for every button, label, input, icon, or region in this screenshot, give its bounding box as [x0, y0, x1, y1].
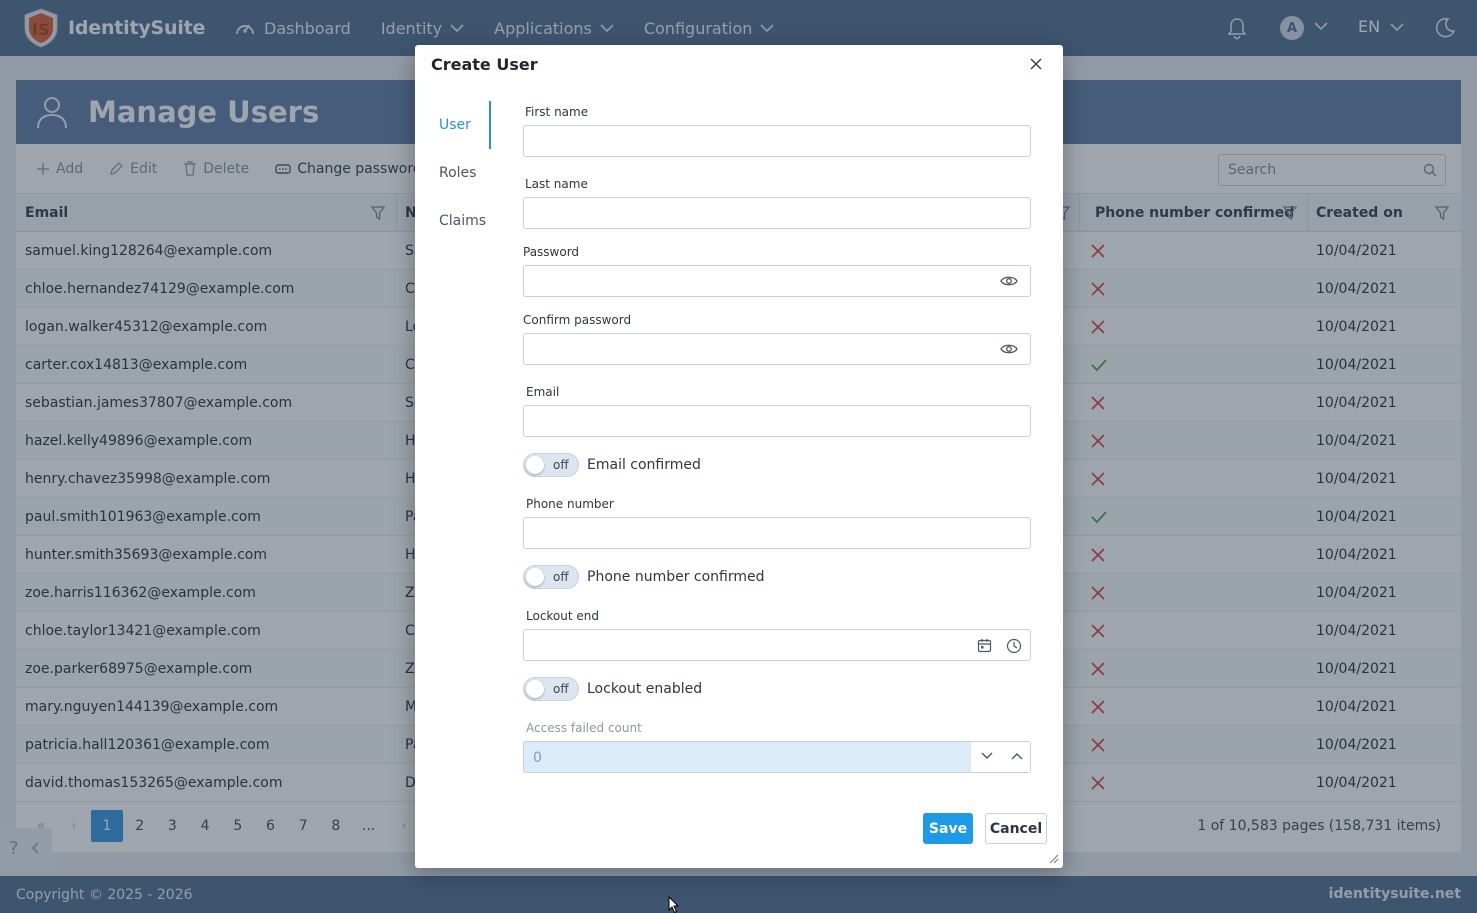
- last-name-label: Last name: [525, 177, 588, 191]
- tab-user-label: User: [439, 117, 471, 133]
- chevron-up-icon[interactable]: [1011, 752, 1023, 760]
- phone-number-input[interactable]: [523, 517, 1031, 549]
- tab-claims[interactable]: Claims: [431, 197, 491, 245]
- close-icon[interactable]: [1027, 55, 1045, 73]
- create-user-dialog: Create User User Roles Claims First name…: [415, 45, 1063, 868]
- chevron-down-icon[interactable]: [981, 752, 993, 760]
- eye-icon[interactable]: [1000, 275, 1018, 287]
- switch-state: off: [553, 682, 569, 696]
- mouse-cursor-icon: [668, 896, 680, 913]
- switch-knob: [526, 568, 544, 586]
- email-confirmed-switch[interactable]: off: [523, 453, 579, 477]
- access-failed-count-value: 0: [533, 750, 542, 766]
- email-confirmed-label: Email confirmed: [587, 457, 701, 473]
- password-label: Password: [523, 245, 580, 259]
- switch-knob: [526, 456, 544, 474]
- calendar-icon[interactable]: [977, 638, 992, 653]
- switch-knob: [526, 680, 544, 698]
- cancel-button[interactable]: Cancel: [985, 813, 1047, 844]
- lockout-enabled-label: Lockout enabled: [587, 681, 703, 697]
- access-failed-count-input[interactable]: 0: [523, 741, 1031, 773]
- tab-user[interactable]: User: [431, 101, 491, 149]
- email-confirmed-row: off Email confirmed: [523, 453, 701, 477]
- dialog-title: Create User: [431, 55, 538, 74]
- tab-claims-label: Claims: [439, 213, 487, 229]
- password-input[interactable]: [523, 265, 1031, 297]
- lockout-end-label: Lockout end: [526, 609, 600, 623]
- lockout-enabled-switch[interactable]: off: [523, 677, 579, 701]
- phone-number-label: Phone number: [526, 497, 614, 511]
- lockout-enabled-row: off Lockout enabled: [523, 677, 702, 701]
- eye-icon[interactable]: [1000, 343, 1018, 355]
- email-label: Email: [526, 385, 560, 399]
- phone-confirmed-switch[interactable]: off: [523, 565, 579, 589]
- tab-roles-label: Roles: [439, 165, 477, 181]
- last-name-input[interactable]: [523, 197, 1031, 229]
- dialog-tabs: User Roles Claims: [431, 101, 491, 245]
- switch-state: off: [553, 458, 569, 472]
- confirm-password-label: Confirm password: [523, 313, 632, 327]
- switch-state: off: [553, 570, 569, 584]
- phone-confirmed-row: off Phone number confirmed: [523, 565, 765, 589]
- tab-roles[interactable]: Roles: [431, 149, 491, 197]
- spinner-buttons: [970, 742, 1030, 772]
- resize-handle-icon[interactable]: [1049, 854, 1059, 864]
- access-failed-count-label: Access failed count: [526, 721, 642, 735]
- phone-confirmed-label: Phone number confirmed: [587, 569, 765, 585]
- first-name-input[interactable]: [523, 125, 1031, 157]
- clock-icon[interactable]: [1006, 638, 1022, 654]
- save-button[interactable]: Save: [923, 813, 973, 844]
- first-name-label: First name: [525, 105, 589, 119]
- lockout-end-input[interactable]: [523, 629, 1031, 661]
- email-input[interactable]: [523, 405, 1031, 437]
- confirm-password-input[interactable]: [523, 333, 1031, 365]
